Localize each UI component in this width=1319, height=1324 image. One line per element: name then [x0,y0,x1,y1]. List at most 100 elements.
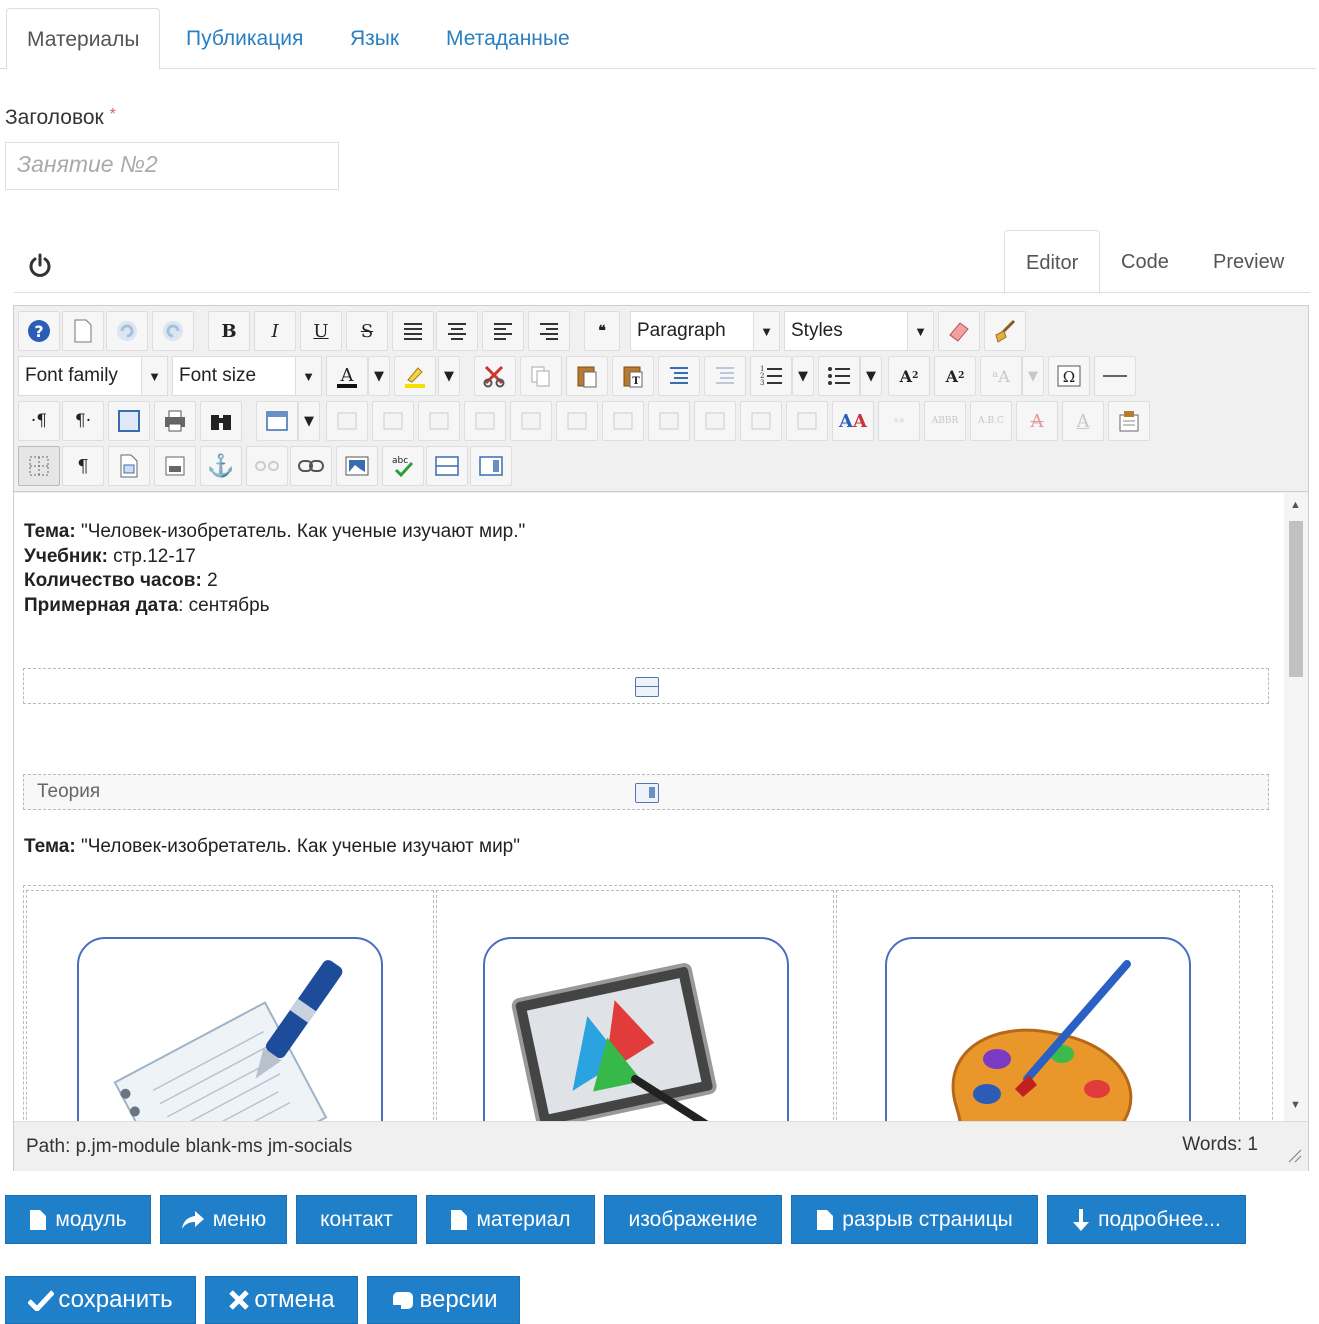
spellcheck-icon[interactable]: abc [382,446,424,486]
paste-icon[interactable] [566,356,608,396]
drawing-palette-card[interactable] [885,937,1191,1121]
new-document-icon[interactable] [62,311,104,351]
table-cell[interactable] [436,890,834,1121]
link-icon[interactable] [290,446,332,486]
save-button[interactable]: сохранить [5,1276,196,1324]
anchor-icon[interactable]: ⚓ [200,446,242,486]
insert-menu-button[interactable]: меню [160,1195,287,1244]
format-select[interactable]: Paragraph ▼ [630,311,780,351]
subscript-icon[interactable]: A2 [888,356,930,396]
print-icon[interactable] [154,401,196,441]
chevron-down-icon[interactable]: ▼ [298,401,320,441]
bold-icon[interactable]: B [208,311,250,351]
page-break-marker[interactable] [23,668,1269,704]
undo-icon[interactable] [106,311,148,351]
case-icon[interactable]: ᵃA [980,356,1022,396]
visual-chars-icon[interactable]: ¶ [62,446,104,486]
font-size-select[interactable]: Font size ▼ [172,356,322,396]
eraser-icon[interactable] [938,311,980,351]
table-row-props-icon[interactable] [372,401,414,441]
text-color-icon[interactable]: A [326,356,368,396]
insert-contact-button[interactable]: контакт [296,1195,417,1244]
row-before-icon[interactable] [464,401,506,441]
numbered-list-icon[interactable]: 123 [750,356,792,396]
styles-select[interactable]: Styles ▼ [784,311,934,351]
delete-row-icon[interactable] [556,401,598,441]
copy-icon[interactable] [520,356,562,396]
tab-publishing[interactable]: Публикация [166,8,323,70]
tab-code[interactable]: Code [1100,230,1190,294]
chevron-down-icon[interactable]: ▼ [792,356,814,396]
read-more-marker[interactable]: Теория [23,774,1269,810]
highlight-color-icon[interactable] [394,356,436,396]
align-left-icon[interactable] [482,311,524,351]
underline-icon[interactable]: U [300,311,342,351]
delete-col-icon[interactable] [694,401,736,441]
tab-language[interactable]: Язык [330,8,419,70]
insert-module-button[interactable]: модуль [5,1195,151,1244]
tab-metadata[interactable]: Метаданные [426,8,590,70]
blockquote-icon[interactable]: ❝ [584,311,620,351]
insert-article-button[interactable]: материал [426,1195,595,1244]
cite-icon[interactable]: «» [878,401,920,441]
rtl-direction-icon[interactable]: ¶· [62,401,104,441]
search-replace-binoculars-icon[interactable] [200,401,242,441]
table-delete-icon[interactable] [326,401,368,441]
table-cell[interactable] [26,890,434,1121]
acronym-icon[interactable]: A.B.C [970,401,1012,441]
paste-text-icon[interactable]: T [612,356,654,396]
fullscreen-icon[interactable] [108,401,150,441]
scroll-down-icon[interactable]: ▼ [1290,1099,1301,1111]
special-char-icon[interactable]: Ω [1048,356,1090,396]
col-after-icon[interactable] [648,401,690,441]
font-family-select[interactable]: Font family ▼ [18,356,168,396]
scrollbar-thumb[interactable] [1289,521,1303,677]
computer-graphics-card[interactable] [483,937,789,1121]
versions-button[interactable]: версии [367,1276,520,1324]
cleanup-broom-icon[interactable] [984,311,1026,351]
table-cell-props-icon[interactable] [418,401,460,441]
editor-scrollbar[interactable]: ▲ ▼ [1284,493,1308,1121]
resize-grip-icon[interactable] [1286,1147,1302,1163]
editor-content[interactable]: Тема: "Человек-изобретатель. Как ученые … [14,493,1308,1121]
tab-preview[interactable]: Preview [1192,230,1305,294]
horizontal-rule-icon[interactable] [1094,356,1136,396]
redo-icon[interactable] [152,311,194,351]
align-center-icon[interactable] [436,311,478,351]
style-props-icon[interactable]: AA [832,401,874,441]
page-break-icon[interactable] [426,446,468,486]
unlink-icon[interactable] [246,446,288,486]
col-before-icon[interactable] [602,401,644,441]
chevron-down-icon[interactable]: ▼ [438,356,460,396]
path-value[interactable]: p.jm-module blank-ms jm-socials [76,1136,353,1157]
merge-cells-icon[interactable] [786,401,828,441]
table-cell[interactable] [836,890,1240,1121]
indent-icon[interactable] [658,356,700,396]
insert-text-icon[interactable]: A [1062,401,1104,441]
abbreviation-icon[interactable]: ABBR [924,401,966,441]
outdent-icon[interactable] [704,356,746,396]
table-insert-icon[interactable] [256,401,298,441]
align-justify-icon[interactable] [392,311,434,351]
chevron-down-icon[interactable]: ▼ [860,356,882,396]
title-input[interactable]: Занятие №2 [5,142,339,190]
template-icon[interactable] [108,446,150,486]
chevron-down-icon[interactable]: ▼ [368,356,390,396]
read-more-icon[interactable] [470,446,512,486]
insert-page-break-button[interactable]: разрыв страницы [791,1195,1038,1244]
attributes-icon[interactable] [1108,401,1150,441]
notebook-card[interactable] [77,937,383,1121]
power-toggle-icon[interactable] [27,250,53,280]
split-cells-icon[interactable] [740,401,782,441]
visual-block-icon[interactable] [154,446,196,486]
align-right-icon[interactable] [528,311,570,351]
cancel-button[interactable]: отмена [205,1276,358,1324]
cut-icon[interactable] [474,356,516,396]
image-icon[interactable] [336,446,378,486]
strikethrough-icon[interactable]: S [346,311,388,351]
tab-editor[interactable]: Editor [1004,230,1101,294]
ltr-direction-icon[interactable]: ·¶ [18,401,60,441]
visual-aid-icon[interactable] [18,446,60,486]
row-after-icon[interactable] [510,401,552,441]
tab-materials[interactable]: Материалы [6,8,161,70]
